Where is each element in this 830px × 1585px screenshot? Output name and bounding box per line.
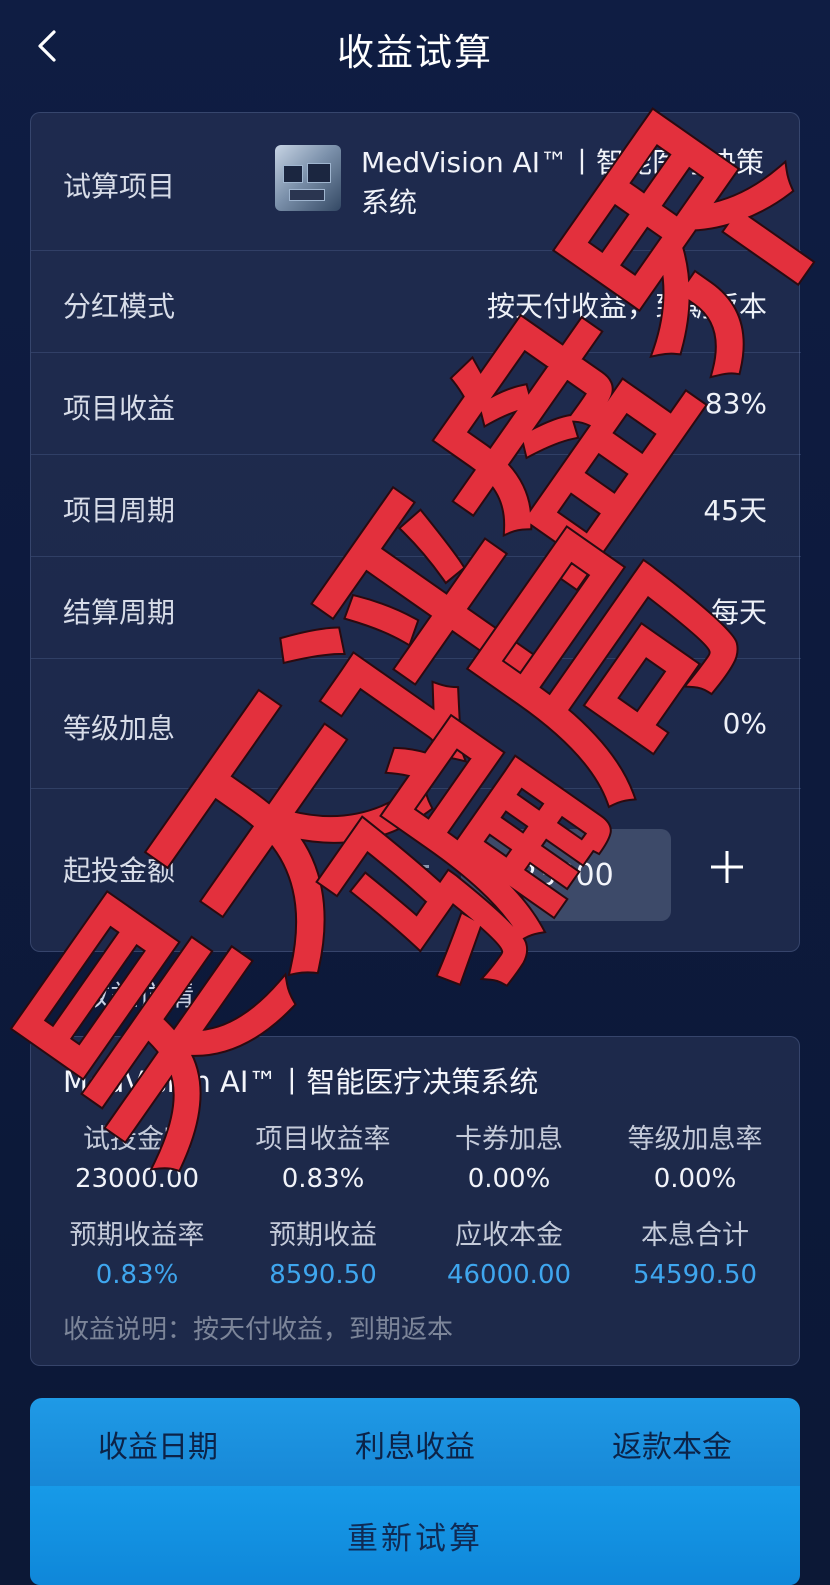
column-header-interest: 利息收益 <box>355 1430 475 1465</box>
expected-income-value: 8590.50 <box>269 1260 377 1290</box>
decrement-button[interactable] <box>393 865 429 868</box>
plus-icon[interactable] <box>707 847 747 887</box>
level-bonus-value: 0% <box>722 707 767 740</box>
principal-receivable-label: 应收本金 <box>455 1220 563 1251</box>
dividend-mode-label: 分红模式 <box>63 290 176 323</box>
yield-note: 收益说明：按天付收益，到期返本 <box>63 1315 454 1345</box>
total-principal-interest-label: 本息合计 <box>641 1220 749 1251</box>
row-project: 试算项目 MedVision AI™丨智能医疗决策系统 <box>31 113 801 251</box>
project-yield-rate-label: 项目收益率 <box>255 1124 391 1155</box>
settlement-period-value: 每天 <box>710 596 767 629</box>
row-project-period: 项目周期 45天 <box>31 455 801 557</box>
schedule-table-header: 收益日期 利息收益 返款本金 <box>30 1398 800 1488</box>
section-title: 收益详情 <box>82 979 195 1012</box>
level-bonus-rate-label: 等级加息率 <box>627 1124 763 1155</box>
total-principal-interest-value: 54590.50 <box>632 1260 758 1290</box>
row-settlement-period: 结算周期 每天 <box>31 557 801 659</box>
detail-cell: 应收本金 46000.00 <box>415 1213 603 1290</box>
column-header-principal: 返款本金 <box>612 1430 732 1465</box>
page-title: 收益试算 <box>337 31 493 74</box>
row-dividend-mode: 分红模式 按天付收益，到期返本 <box>31 251 801 353</box>
coupon-bonus-value: 0.00% <box>467 1164 551 1194</box>
level-bonus-rate-value: 0.00% <box>653 1164 737 1194</box>
calculation-form-card: 试算项目 MedVision AI™丨智能医疗决策系统 分红模式 按天付收益，到… <box>30 112 801 953</box>
column-header-date: 收益日期 <box>98 1430 218 1465</box>
detail-cell: 预期收益 8590.50 <box>229 1213 417 1290</box>
detail-cell: 试投金额 23000.00 <box>43 1117 231 1194</box>
detail-cell: 等级加息率 0.00% <box>601 1117 789 1194</box>
project-period-label: 项目周期 <box>63 494 176 527</box>
detail-cell: 预期收益率 0.83% <box>43 1213 231 1290</box>
detail-cell: 卡券加息 0.00% <box>415 1117 603 1194</box>
trial-amount-label: 试投金额 <box>83 1124 191 1155</box>
row-level-bonus: 等级加息 0% <box>31 659 801 789</box>
project-name: MedVision AI™丨智能医疗决策系统 <box>361 146 765 219</box>
project-yield-value: 0.83% <box>678 387 767 420</box>
row-project-yield: 项目收益 0.83% <box>31 353 801 455</box>
detail-cell: 项目收益率 0.83% <box>229 1117 417 1194</box>
yield-detail-card: MedVision AI™丨智能医疗决策系统 试投金额 23000.00 项目收… <box>30 1036 800 1366</box>
expected-yield-rate-label: 预期收益率 <box>69 1220 205 1251</box>
top-bar: 收益试算 <box>0 0 830 96</box>
coupon-bonus-label: 卡券加息 <box>455 1124 563 1155</box>
project-yield-label: 项目收益 <box>63 392 176 425</box>
project-period-value: 45天 <box>703 494 767 527</box>
detail-cell: 本息合计 54590.50 <box>601 1213 789 1290</box>
expected-yield-rate-value: 0.83% <box>95 1260 179 1290</box>
recalculate-button[interactable]: 重新试算 <box>30 1486 800 1585</box>
amount-input[interactable] <box>461 829 671 921</box>
project-yield-rate-value: 0.83% <box>281 1164 365 1194</box>
expected-income-label: 预期收益 <box>269 1220 377 1251</box>
project-label: 试算项目 <box>63 170 176 203</box>
dividend-mode-value: 按天付收益，到期返本 <box>486 290 767 323</box>
min-amount-label: 起投金额 <box>63 854 176 887</box>
principal-receivable-value: 46000.00 <box>446 1260 572 1290</box>
trial-amount-value: 23000.00 <box>74 1164 200 1194</box>
trend-chart-icon <box>34 980 66 1006</box>
row-min-amount: 起投金额 <box>31 789 801 953</box>
project-thumbnail-image <box>275 145 341 211</box>
detail-project-name: MedVision AI™丨智能医疗决策系统 <box>63 1065 539 1099</box>
level-bonus-label: 等级加息 <box>63 712 176 745</box>
settlement-period-label: 结算周期 <box>63 596 176 629</box>
